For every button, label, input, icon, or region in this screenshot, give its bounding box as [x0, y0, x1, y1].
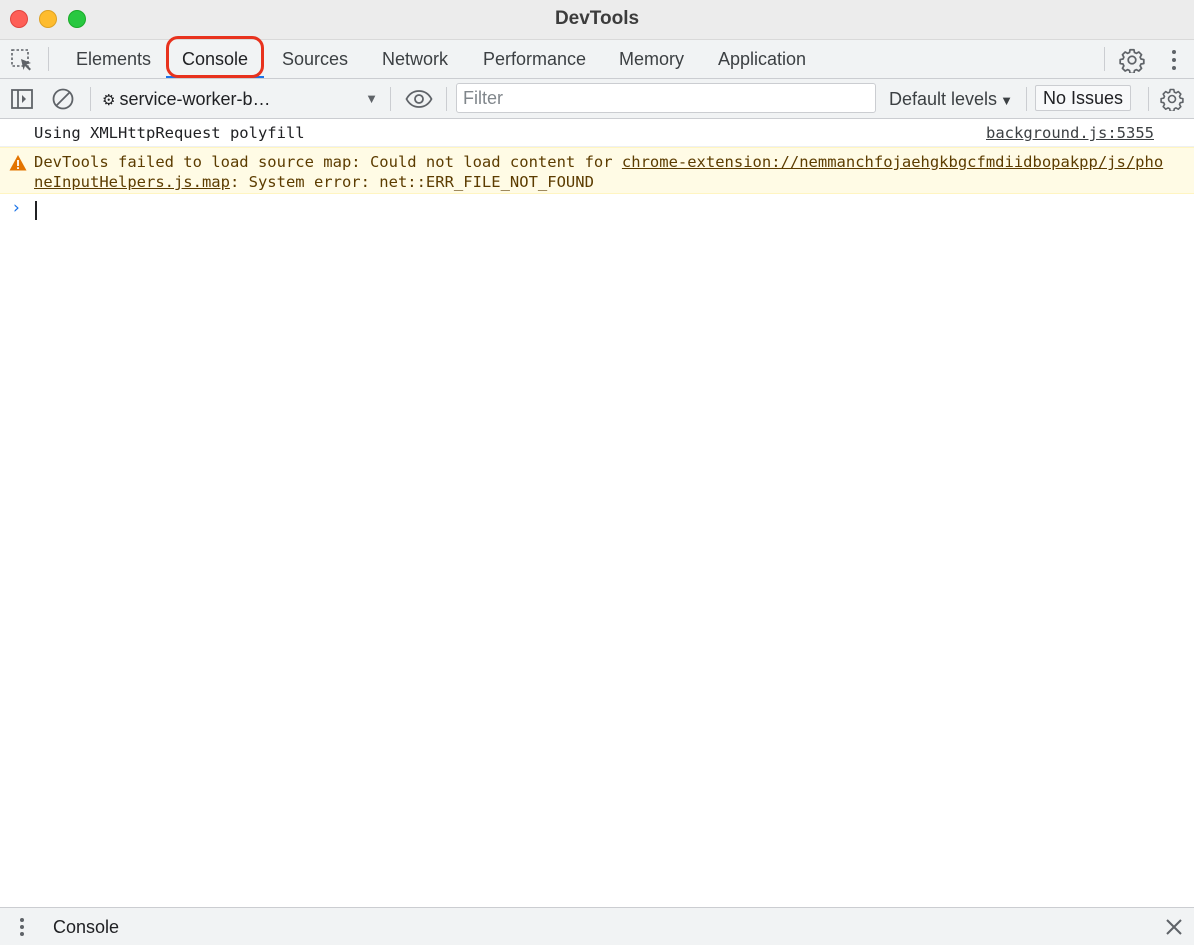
- log-text: Using XMLHttpRequest polyfill: [34, 124, 305, 142]
- toolbar-separator: [1026, 87, 1027, 111]
- log-levels-dropdown[interactable]: Default levels ▼: [889, 85, 1013, 113]
- tab-sources[interactable]: Sources: [266, 40, 364, 78]
- console-prompt[interactable]: ›: [0, 194, 1194, 224]
- tab-elements[interactable]: Elements: [60, 40, 167, 78]
- console-settings-gear-icon[interactable]: [1160, 87, 1184, 113]
- eye-icon[interactable]: [405, 87, 433, 111]
- drawer-tab-bar: Console: [0, 907, 1194, 945]
- toolbar-separator: [390, 87, 391, 111]
- warning-triangle-icon: [9, 154, 27, 172]
- filter-input[interactable]: [456, 83, 876, 113]
- tab-network[interactable]: Network: [366, 40, 464, 78]
- chevron-down-icon: ▼: [365, 91, 378, 106]
- window-title: DevTools: [554, 8, 640, 29]
- gear-icon[interactable]: [1119, 47, 1145, 75]
- drawer-menu-kebab-icon[interactable]: [12, 916, 32, 938]
- tab-application[interactable]: Application: [702, 40, 822, 78]
- toolbar-separator: [1148, 87, 1149, 111]
- tab-memory[interactable]: Memory: [603, 40, 700, 78]
- tab-performance[interactable]: Performance: [467, 40, 602, 78]
- toolbar-separator: [90, 87, 91, 111]
- kebab-icon[interactable]: [1161, 47, 1187, 73]
- drawer-tab-console[interactable]: Console: [53, 917, 119, 938]
- title-bar: DevTools: [0, 0, 1194, 40]
- chevron-down-icon: ▼: [1000, 93, 1013, 108]
- warning-text: DevTools failed to load source map: Coul…: [34, 152, 1164, 192]
- close-icon[interactable]: [1164, 917, 1184, 937]
- clear-console-icon[interactable]: [51, 87, 75, 111]
- context-gear-icon: ⚙: [102, 92, 116, 109]
- tab-separator: [1104, 47, 1105, 71]
- console-log-message: Using XMLHttpRequest polyfill background…: [0, 119, 1194, 147]
- inspect-element-icon[interactable]: [10, 48, 34, 72]
- text-cursor: [35, 201, 37, 220]
- console-warning-message: DevTools failed to load source map: Coul…: [0, 147, 1194, 194]
- warning-suffix: : System error: net::ERR_FILE_NOT_FOUND: [229, 173, 594, 191]
- warning-prefix: DevTools failed to load source map: Coul…: [34, 153, 622, 171]
- devtools-window: DevTools Elements Console Sources Networ…: [0, 0, 1194, 945]
- toolbar-separator: [446, 87, 447, 111]
- issues-button[interactable]: No Issues: [1035, 85, 1131, 111]
- execution-context-select[interactable]: ⚙ service-worker-b… ▼: [102, 85, 382, 113]
- panel-tab-bar: Elements Console Sources Network Perform…: [0, 36, 1194, 79]
- sidebar-toggle-icon[interactable]: [10, 87, 34, 111]
- console-toolbar: ⚙service-worker-b… ▼ Default levels▼ No …: [0, 79, 1194, 119]
- log-source-link[interactable]: background.js:5355: [986, 124, 1154, 142]
- tab-highlight-annotation: [166, 36, 264, 78]
- console-messages: Using XMLHttpRequest polyfill background…: [0, 119, 1194, 907]
- prompt-chevron-icon: ›: [13, 198, 20, 218]
- log-levels-label: Default levels: [889, 89, 998, 109]
- tab-separator: [48, 47, 49, 71]
- context-label: service-worker-b…: [119, 89, 271, 109]
